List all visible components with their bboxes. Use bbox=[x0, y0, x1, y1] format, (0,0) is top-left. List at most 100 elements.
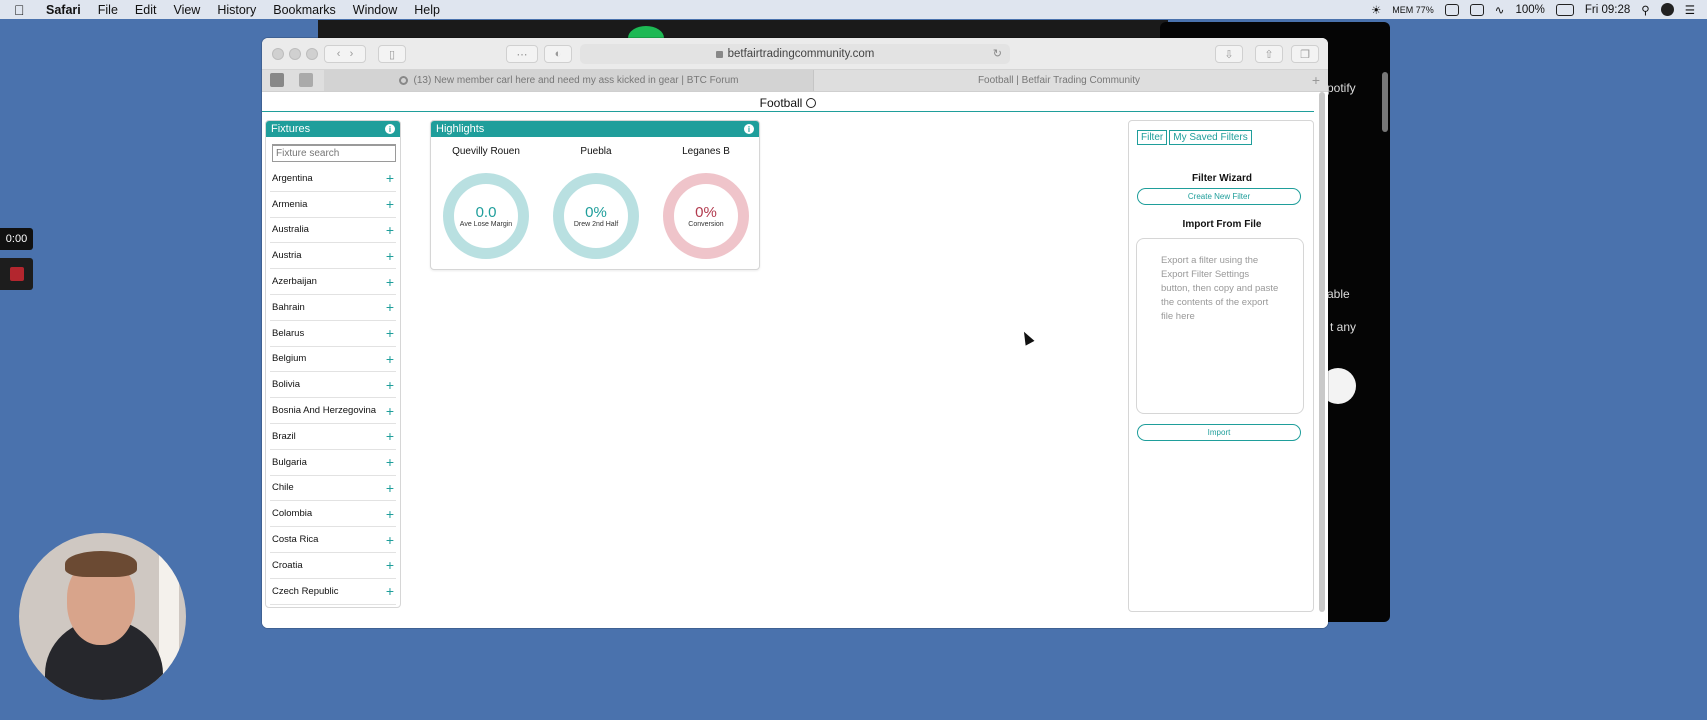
scrollbar-thumb[interactable] bbox=[1319, 92, 1325, 612]
list-item[interactable]: Belarus + bbox=[270, 321, 396, 347]
list-item[interactable]: Austria + bbox=[270, 243, 396, 270]
stat-label: Drew 2nd Half bbox=[573, 220, 619, 228]
page-title-text: Football bbox=[759, 96, 803, 110]
fixture-search-input[interactable] bbox=[272, 144, 396, 162]
brightness-icon[interactable]: ☀ bbox=[1371, 3, 1381, 17]
country-label: Argentina bbox=[272, 172, 313, 184]
menu-history[interactable]: History bbox=[217, 3, 256, 17]
stat-donut: 0% Conversion bbox=[663, 173, 749, 259]
list-item[interactable]: Chile + bbox=[270, 476, 396, 502]
tab-my-saved-filters[interactable]: My Saved Filters bbox=[1169, 130, 1252, 145]
plus-icon[interactable]: + bbox=[386, 429, 394, 443]
list-item[interactable]: Croatia + bbox=[270, 553, 396, 579]
menu-file[interactable]: File bbox=[98, 3, 118, 17]
downloads-button[interactable]: ⇩ bbox=[1215, 45, 1243, 63]
plus-icon[interactable]: + bbox=[386, 584, 394, 598]
pinned-tab-icon[interactable] bbox=[299, 73, 313, 87]
info-icon[interactable]: i bbox=[385, 124, 395, 134]
minimize-window-button[interactable] bbox=[289, 48, 301, 60]
recording-stop-button[interactable] bbox=[0, 258, 33, 290]
tabs-icon: ❐ bbox=[1300, 48, 1310, 61]
plus-icon[interactable]: + bbox=[386, 223, 394, 237]
tab-football[interactable]: Football | Betfair Trading Community bbox=[814, 70, 1304, 91]
plus-icon[interactable]: + bbox=[386, 275, 394, 289]
plus-icon[interactable]: + bbox=[386, 249, 394, 263]
plus-icon[interactable]: + bbox=[386, 507, 394, 521]
address-bar[interactable]: betfairtradingcommunity.com ↻ bbox=[580, 44, 1010, 64]
import-textarea[interactable]: Export a filter using the Export Filter … bbox=[1136, 238, 1304, 414]
list-item[interactable]: Argentina + bbox=[270, 166, 396, 192]
list-item[interactable]: Armenia + bbox=[270, 192, 396, 218]
tab-overview-button[interactable]: ❐ bbox=[1291, 45, 1319, 63]
list-item[interactable]: Azerbaijan + bbox=[270, 269, 396, 295]
screen-record-icon[interactable] bbox=[1444, 3, 1459, 16]
import-button[interactable]: Import bbox=[1137, 424, 1301, 441]
menu-help[interactable]: Help bbox=[414, 3, 440, 17]
clock[interactable]: Fri 09:28 bbox=[1585, 4, 1630, 16]
plus-icon[interactable]: + bbox=[386, 455, 394, 469]
memory-status[interactable]: MEM 77% bbox=[1392, 5, 1434, 15]
list-item[interactable]: Bulgaria + bbox=[270, 450, 396, 476]
info-icon[interactable]: i bbox=[744, 124, 754, 134]
plus-icon[interactable]: + bbox=[386, 404, 394, 418]
list-item[interactable]: Australia + bbox=[270, 218, 396, 244]
forward-icon[interactable]: › bbox=[350, 48, 354, 60]
wifi-icon[interactable]: ∿ bbox=[1495, 3, 1505, 17]
title-divider bbox=[262, 111, 1314, 112]
new-tab-icon[interactable]: + bbox=[1312, 72, 1320, 88]
list-item[interactable]: Czech Republic + bbox=[270, 579, 396, 605]
privacy-report-button[interactable]: ◐ bbox=[544, 45, 572, 63]
highlights-heading: Highlights bbox=[436, 123, 485, 135]
filter-wizard-title: Filter Wizard bbox=[1192, 173, 1252, 184]
sidebar-toggle-button[interactable]: ▯ bbox=[378, 45, 406, 63]
highlight-card[interactable]: Quevilly Rouen 0.0 Ave Lose Margin bbox=[431, 137, 541, 267]
plus-icon[interactable]: + bbox=[386, 533, 394, 547]
clock-icon[interactable] bbox=[806, 98, 817, 108]
filter-panel: Filter My Saved Filters Filter Wizard Cr… bbox=[1128, 120, 1314, 612]
plus-icon[interactable]: + bbox=[386, 558, 394, 572]
create-new-filter-button[interactable]: Create New Filter bbox=[1137, 188, 1301, 205]
battery-percent[interactable]: 100% bbox=[1515, 4, 1544, 16]
list-item[interactable]: Brazil + bbox=[270, 424, 396, 450]
menu-edit[interactable]: Edit bbox=[135, 3, 157, 17]
plus-icon[interactable]: + bbox=[386, 378, 394, 392]
list-item[interactable]: Bosnia And Herzegovina + bbox=[270, 398, 396, 424]
menu-window[interactable]: Window bbox=[353, 3, 397, 17]
tab-forum[interactable]: (13) New member carl here and need my as… bbox=[324, 70, 814, 91]
back-icon[interactable]: ‹ bbox=[337, 48, 341, 60]
ellipsis-icon: ⋯ bbox=[516, 48, 528, 61]
close-window-button[interactable] bbox=[272, 48, 284, 60]
menu-app[interactable]: Safari bbox=[46, 3, 81, 17]
share-button[interactable]: ⇧ bbox=[1255, 45, 1283, 63]
plus-icon[interactable]: + bbox=[386, 481, 394, 495]
plus-icon[interactable]: + bbox=[386, 300, 394, 314]
siri-icon[interactable] bbox=[1660, 3, 1674, 16]
apple-icon[interactable]:  bbox=[14, 2, 32, 18]
plus-icon[interactable]: + bbox=[386, 352, 394, 366]
list-item[interactable]: Costa Rica + bbox=[270, 527, 396, 553]
zoom-window-button[interactable] bbox=[306, 48, 318, 60]
plus-icon[interactable]: + bbox=[386, 171, 394, 185]
highlight-card[interactable]: Puebla 0% Drew 2nd Half bbox=[541, 137, 651, 267]
highlight-card[interactable]: Leganes B 0% Conversion bbox=[651, 137, 759, 267]
plus-icon[interactable]: + bbox=[386, 197, 394, 211]
list-item[interactable]: Bahrain + bbox=[270, 295, 396, 321]
list-item[interactable]: Belgium + bbox=[270, 347, 396, 373]
pinned-tab-icon[interactable] bbox=[270, 73, 284, 87]
battery-icon[interactable] bbox=[1555, 3, 1574, 16]
reload-icon[interactable]: ↻ bbox=[993, 47, 1002, 60]
plus-icon[interactable]: + bbox=[386, 326, 394, 340]
menu-view[interactable]: View bbox=[173, 3, 200, 17]
spotlight-search-icon[interactable]: ⚲ bbox=[1641, 3, 1649, 17]
menu-bookmarks[interactable]: Bookmarks bbox=[273, 3, 336, 17]
tab-filter[interactable]: Filter bbox=[1137, 130, 1168, 145]
fixtures-panel: Fixtures i Argentina + Armenia + Australia… bbox=[265, 120, 401, 608]
control-center-icon[interactable]: ☰ bbox=[1685, 3, 1695, 17]
sidebar-icon: ▯ bbox=[388, 48, 396, 61]
back-forward-buttons[interactable]: ‹ › bbox=[324, 45, 366, 63]
display-icon[interactable] bbox=[1469, 3, 1484, 16]
extension-button[interactable]: ⋯ bbox=[506, 45, 538, 63]
list-item[interactable]: Bolivia + bbox=[270, 372, 396, 399]
page-scrollbar[interactable] bbox=[1319, 92, 1326, 612]
list-item[interactable]: Colombia + bbox=[270, 501, 396, 528]
